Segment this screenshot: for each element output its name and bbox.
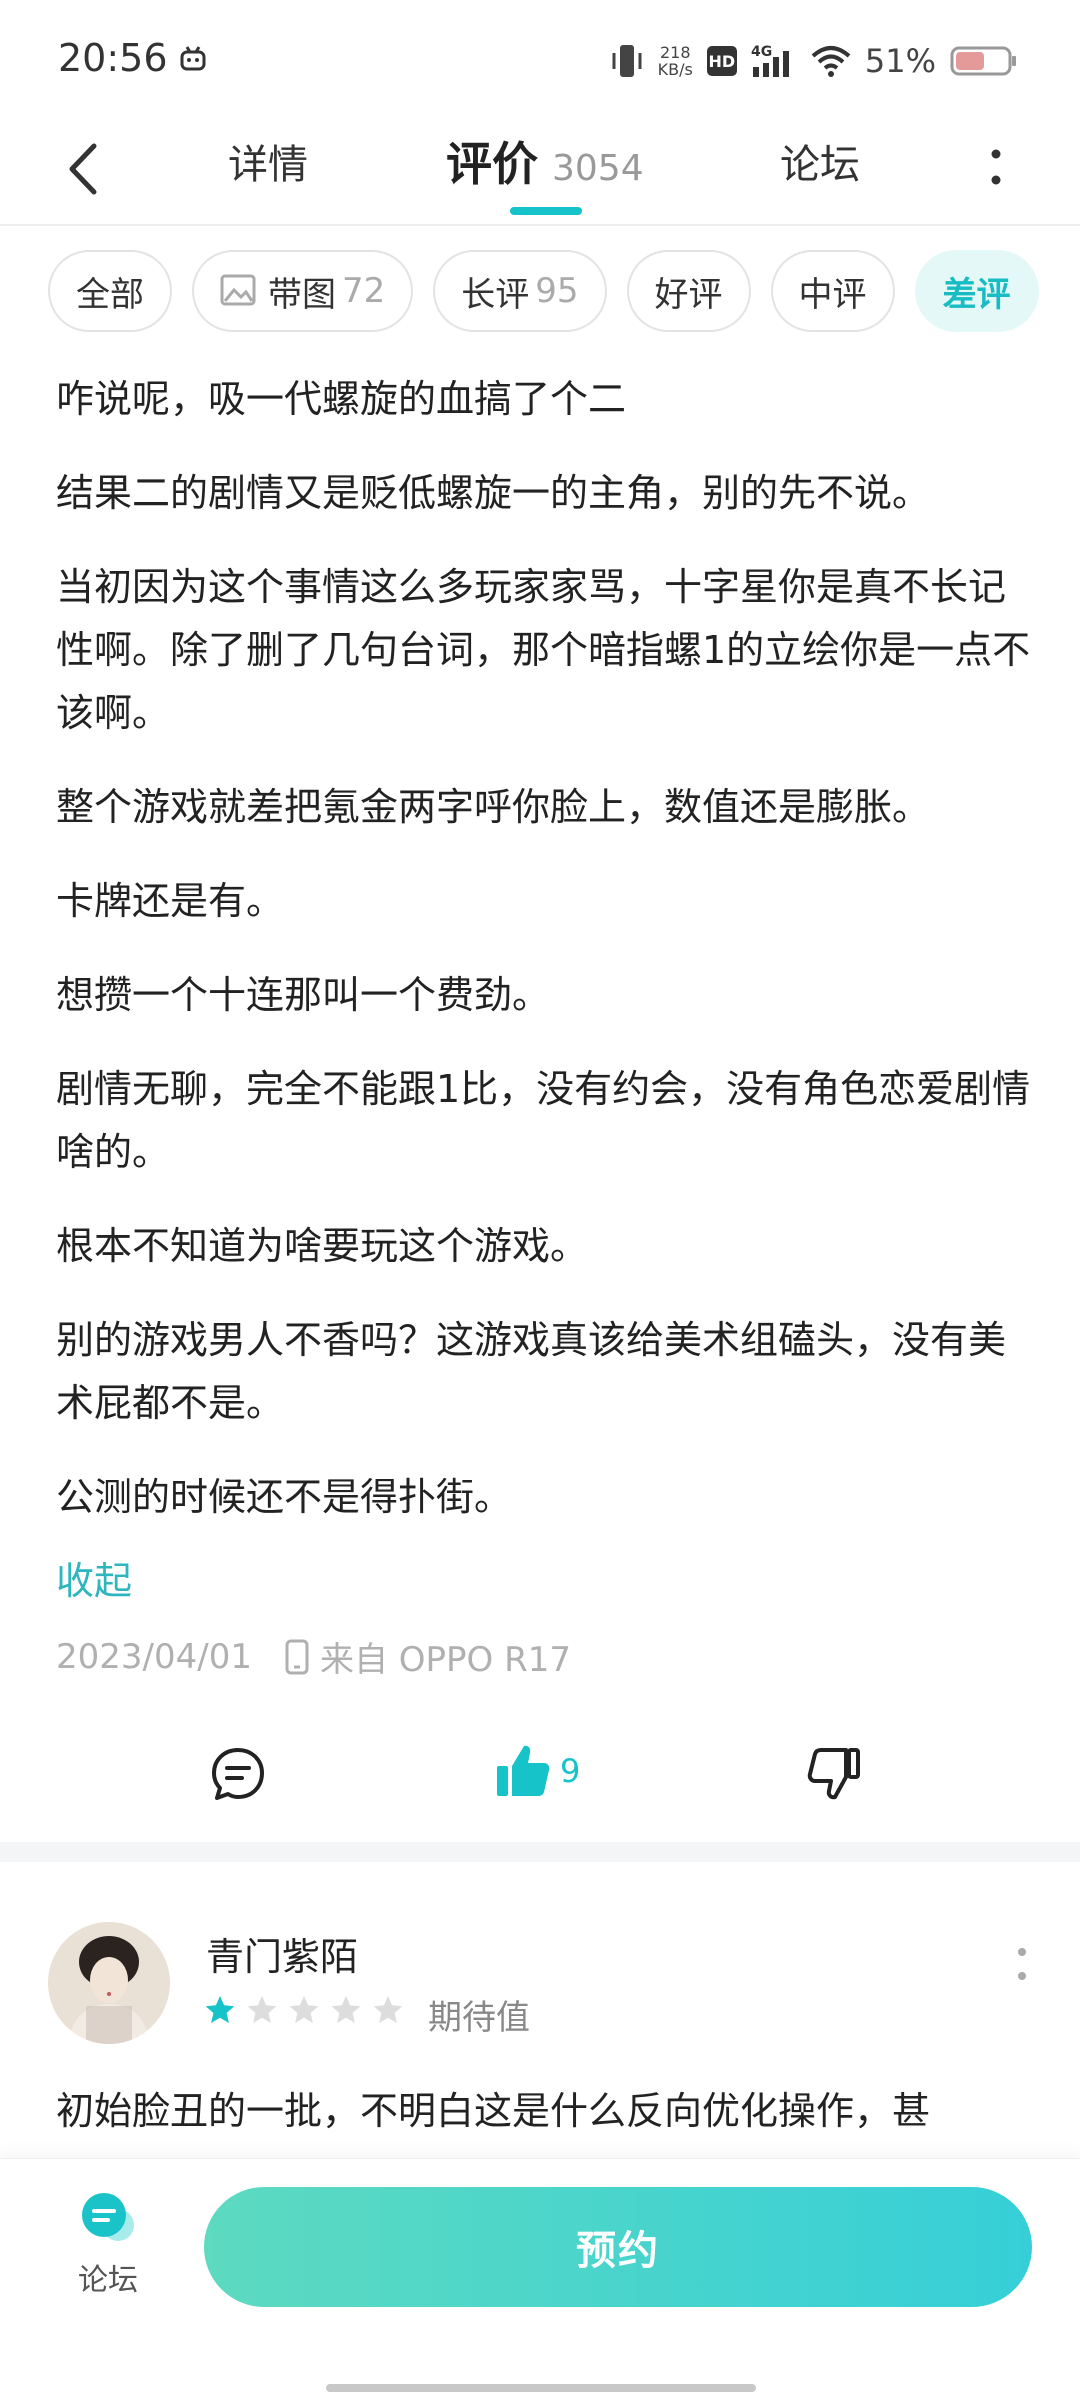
star-empty-icon: [331, 1996, 361, 2023]
rating-label: 期待值: [428, 1998, 530, 2038]
star-filled-icon: [205, 1996, 235, 2023]
phone-device-icon: [285, 1639, 309, 1674]
filter-chip-with-images[interactable]: 带图 72: [192, 250, 414, 332]
filter-chip-neutral[interactable]: 中评: [770, 250, 895, 332]
review-paragraph: 想攒一个十连那叫一个费劲。: [56, 973, 551, 1017]
review-paragraph: 卡牌还是有。: [56, 879, 285, 923]
reserve-label: 预约: [576, 2228, 660, 2274]
filter-chip-label: 差评: [942, 274, 1011, 315]
review-meta: 2023/04/01 来自 OPPO R17: [56, 1632, 571, 1681]
review-paragraph: 整个游戏就差把氪金两字呼你脸上，数值还是膨胀。: [56, 785, 931, 829]
cellular-signal-icon: 4G: [751, 44, 789, 77]
tab-details[interactable]: 详情: [228, 132, 308, 190]
filter-chip-label: 好评: [654, 274, 723, 315]
battery-percent: 51%: [864, 42, 936, 80]
top-nav: 详情 评价 3054 论坛: [0, 120, 1080, 226]
image-icon: [220, 274, 256, 306]
review-paragraph: 公测的时候还不是得扑街。: [56, 1475, 513, 1519]
user-avatar[interactable]: [48, 1922, 170, 2044]
wifi-icon: [811, 46, 851, 77]
back-arrow-icon[interactable]: [62, 134, 106, 204]
rating-stars: [204, 1994, 404, 2026]
more-options-icon[interactable]: [984, 138, 1008, 198]
review-paragraph: 别的游戏男人不香吗？这游戏真该给美术组磕头，没有美术屁都不是。: [56, 1318, 1007, 1425]
review-device: 来自 OPPO R17: [319, 1640, 572, 1680]
filter-chip-long[interactable]: 长评 95: [433, 250, 607, 332]
star-empty-icon: [289, 1996, 319, 2023]
review-paragraph: 剧情无聊，完全不能跟1比，没有约会，没有角色恋爱剧情啥的。: [56, 1067, 1031, 1174]
network-type-label: 4G: [751, 44, 772, 60]
comment-icon[interactable]: [210, 1746, 266, 1802]
filter-chip-label: 长评: [461, 274, 530, 315]
star-empty-icon: [373, 1996, 403, 2023]
status-bar: 20:56 218 KB/s HD 4G 51%: [0, 0, 1080, 120]
vibrate-icon: [612, 45, 642, 77]
like-button[interactable]: 9: [494, 1742, 580, 1800]
notification-app-icon: [180, 46, 206, 71]
status-indicators: 218 KB/s HD 4G 51%: [610, 36, 1018, 86]
review-body: 咋说呢，吸一代螺旋的血搞了个二 结果二的剧情又是贬低螺旋一的主角，别的先不说。 …: [56, 368, 1036, 1560]
section-divider: [0, 1842, 1080, 1862]
review-paragraph: 结果二的剧情又是贬低螺旋一的主角，别的先不说。: [56, 471, 931, 515]
forum-button[interactable]: 论坛: [58, 2189, 158, 2299]
tab-reviews-label: 评价: [446, 137, 538, 191]
network-speed: 218 KB/s: [658, 44, 693, 78]
review-paragraph: 当初因为这个事情这么多玩家家骂，十字星你是真不长记性啊。除了删了几句台词，那个暗…: [56, 565, 1031, 735]
forum-chat-icon: [82, 2193, 134, 2241]
collapse-link[interactable]: 收起: [56, 1550, 132, 1605]
reserve-button[interactable]: 预约: [204, 2187, 1032, 2307]
review-paragraph: 咋说呢，吸一代螺旋的血搞了个二: [56, 377, 627, 421]
review-filter-bar: 全部 带图 72 长评 95 好评 中评 差评: [48, 250, 1080, 334]
filter-chip-count: 72: [342, 271, 386, 311]
thumbs-down-icon[interactable]: [806, 1746, 862, 1802]
review-date: 2023/04/01: [56, 1636, 252, 1677]
network-speed-unit: KB/s: [657, 60, 693, 79]
home-indicator[interactable]: [326, 2384, 756, 2392]
username[interactable]: 青门紫陌: [206, 1926, 358, 1981]
tab-forum[interactable]: 论坛: [780, 132, 860, 190]
tab-reviews-count: 3054: [552, 148, 644, 189]
like-count: 9: [560, 1752, 581, 1790]
bottom-action-bar: 论坛 预约: [0, 2158, 1080, 2400]
filter-chip-all[interactable]: 全部: [48, 250, 172, 332]
filter-chip-label: 中评: [798, 274, 867, 315]
filter-chip-label: 带图: [268, 274, 336, 315]
status-time: 20:56: [58, 36, 168, 80]
active-tab-indicator: [510, 207, 582, 215]
network-speed-value: 218: [660, 43, 691, 62]
filter-chip-positive[interactable]: 好评: [626, 250, 751, 332]
hd-badge: HD: [706, 46, 737, 76]
battery-icon: [950, 46, 1016, 76]
filter-chip-negative[interactable]: 差评: [914, 250, 1039, 332]
review-more-options-icon[interactable]: [1012, 1942, 1032, 1986]
star-empty-icon: [247, 1996, 277, 2023]
filter-chip-label: 全部: [76, 274, 144, 315]
review-paragraph: 根本不知道为啥要玩这个游戏。: [56, 1224, 589, 1268]
filter-chip-count: 95: [535, 271, 579, 311]
forum-label: 论坛: [78, 2263, 138, 2298]
review-text-preview: 初始脸丑的一批，不明白这是什么反向优化操作，甚: [56, 2089, 931, 2133]
tab-reviews[interactable]: 评价 3054: [446, 128, 644, 194]
thumbs-up-icon: [497, 1745, 550, 1796]
